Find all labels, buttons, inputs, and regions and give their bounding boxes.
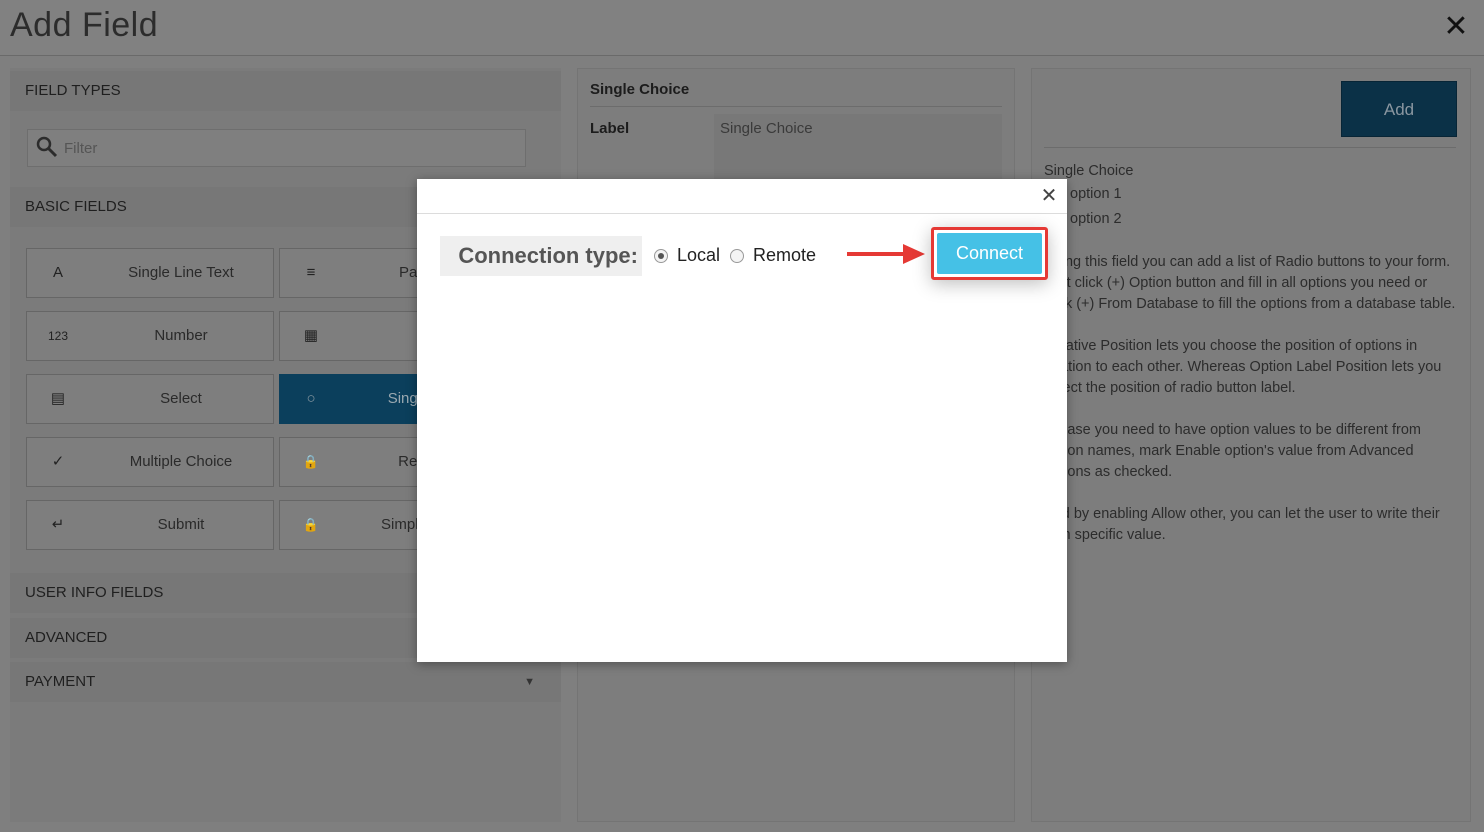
field-settings-title: Single Choice: [590, 81, 690, 98]
chevron-down-icon: ▼: [524, 676, 535, 688]
check-icon: ✓: [51, 453, 65, 470]
lock-icon: 🔒: [302, 454, 320, 469]
connect-button[interactable]: Connect: [937, 233, 1042, 274]
description-paragraph: And by enabling Allow other, you can let…: [1044, 506, 1440, 543]
field-types-title: FIELD TYPES: [10, 71, 561, 111]
preview-option: option 2: [1070, 211, 1122, 227]
label-input[interactable]: Single Choice: [714, 114, 1002, 180]
page-title: Add Field: [10, 6, 159, 44]
calendar-icon: ▦: [303, 327, 319, 344]
preview-heading: Single Choice: [1044, 163, 1134, 179]
add-button[interactable]: Add: [1341, 81, 1457, 137]
payment-section[interactable]: PAYMENT ▼: [10, 662, 561, 702]
description-paragraph: In case you need to have option values t…: [1044, 422, 1421, 480]
close-icon[interactable]: ✕: [1039, 183, 1059, 207]
field-submit-button[interactable]: ↵ Submit: [26, 500, 274, 550]
filter-input[interactable]: Filter: [27, 129, 526, 167]
lines-icon: ≡: [306, 264, 316, 281]
preview-option: option 1: [1070, 186, 1122, 202]
description-paragraph: Using this field you can add a list of R…: [1044, 254, 1456, 312]
remote-radio[interactable]: [730, 249, 744, 263]
field-description: Single Choice option 1 option 2 Using th…: [1044, 161, 1458, 567]
radio-icon: ○: [306, 390, 316, 407]
number-icon: 123: [47, 329, 69, 343]
page-header: Add Field ✕: [0, 0, 1484, 56]
field-multiple-choice-button[interactable]: ✓ Multiple Choice: [26, 437, 274, 487]
divider: [590, 106, 1002, 107]
remote-radio-label[interactable]: Remote: [753, 245, 816, 266]
local-radio[interactable]: [654, 249, 668, 263]
list-icon: ▤: [50, 390, 66, 407]
enter-icon: ↵: [51, 516, 65, 533]
connection-dialog: ✕ Connection type: Local Remote Connect: [417, 179, 1067, 662]
search-icon: [36, 136, 58, 163]
field-single-line-text-button[interactable]: A Single Line Text: [26, 248, 274, 298]
connection-type-label: Connection type:: [440, 236, 644, 276]
close-icon[interactable]: ✕: [1442, 10, 1470, 44]
description-paragraph: Relative Position lets you choose the po…: [1044, 338, 1442, 396]
label-key: Label: [590, 120, 630, 137]
letter-a-icon: A: [52, 264, 63, 281]
field-preview-panel: Add Single Choice option 1 option 2 Usin…: [1031, 68, 1471, 822]
arrow-right-icon: [847, 244, 925, 264]
field-number-button[interactable]: 123 Number: [26, 311, 274, 361]
local-radio-label[interactable]: Local: [677, 245, 720, 266]
divider: [1044, 147, 1456, 148]
dialog-titlebar: ✕: [417, 179, 1067, 214]
field-select-button[interactable]: ▤ Select: [26, 374, 274, 424]
filter-placeholder: Filter: [64, 140, 98, 157]
lock-icon: 🔒: [302, 517, 320, 532]
